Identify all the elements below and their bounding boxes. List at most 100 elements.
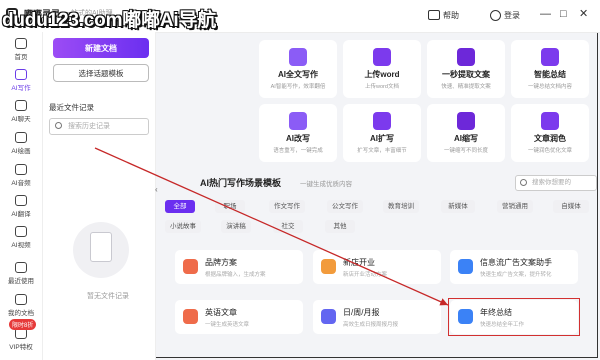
recent-files-title: 最近文件记录 [49, 103, 94, 112]
discount-badge: 限时8折 [9, 319, 37, 330]
template-title: 英语文章 [205, 308, 237, 317]
template-icon [183, 259, 198, 274]
nav-label: AI翻译 [11, 211, 31, 218]
nav-label: 首页 [14, 54, 28, 61]
tool-card[interactable]: 智能总结一键总结文档内容 [511, 40, 589, 98]
tool-icon [541, 48, 559, 66]
help-icon [428, 10, 440, 20]
tool-card[interactable]: AI全文写作 AI智能写作，效率翻倍 [259, 40, 337, 98]
scene-section-subtitle: 一键生成优质内容 [300, 181, 352, 188]
nav-ai-translate[interactable]: AI翻译 [0, 195, 42, 218]
template-card[interactable]: 品牌方案根据品牌输入，生成方案 [175, 250, 303, 284]
main-content: AI全文写作 AI智能写作，效率翻倍 上传word 上传word文档 一秒提取文案快… [165, 32, 600, 360]
template-card[interactable]: 新店开业 新店开业活动方案 [313, 250, 441, 284]
template-subtitle: 快速生成广告文案，提升转化 [480, 272, 552, 278]
category-chip[interactable]: 营销通用 [497, 200, 533, 213]
tool-subtitle: 一键润色优化文章 [527, 148, 572, 154]
history-search-input[interactable]: 搜索历史记录 [49, 118, 149, 135]
template-title: 信息流广告文案助手 [480, 258, 552, 267]
tool-title: AI缩写 [454, 134, 478, 143]
choose-template-button[interactable]: 选择话题模板 [53, 64, 149, 82]
category-chip[interactable]: 小说故事 [165, 220, 201, 233]
tool-subtitle: 一键总结文档内容 [527, 84, 572, 90]
audio-icon [15, 164, 27, 175]
nav-label: AI音频 [11, 180, 31, 187]
nav-ai-chat[interactable]: AI聊天 [0, 100, 42, 123]
template-subtitle: 高效生成日报周报月报 [343, 322, 399, 328]
nav-my-docs[interactable]: 我的文档 [0, 294, 42, 317]
category-chip[interactable]: 作文写作 [269, 200, 305, 213]
tool-icon [289, 112, 307, 130]
tool-title: 一秒提取文案 [442, 70, 490, 79]
template-card[interactable]: 信息流广告文案助手 快速生成广告文案，提升转化 [450, 250, 578, 284]
nav-ai-audio[interactable]: AI音频 [0, 164, 42, 187]
nav-ai-video[interactable]: AI视频 [0, 226, 42, 249]
template-title: 品牌方案 [205, 258, 237, 267]
category-chip[interactable]: 教育培训 [383, 200, 419, 213]
category-chip[interactable]: 演讲稿 [221, 220, 251, 233]
nav-label: AI聊天 [11, 116, 31, 123]
tool-title: AI全文写作 [278, 70, 318, 79]
tool-title: 上传word [364, 70, 400, 79]
template-search-input[interactable]: 搜索你想要的 [515, 175, 597, 191]
nav-recent[interactable]: 最近使用 [0, 262, 42, 285]
category-chip[interactable]: 自媒体 [553, 200, 589, 213]
tool-card[interactable]: 一秒提取文案 快速、精准提取文案 [427, 40, 505, 98]
clipboard-icon [90, 232, 112, 262]
tool-title: AI改写 [286, 134, 310, 143]
tool-card[interactable]: 上传word 上传word文档 [343, 40, 421, 98]
tool-subtitle: 一键缩写不同长度 [443, 148, 488, 154]
tool-icon [373, 48, 391, 66]
search-icon [55, 122, 62, 129]
user-icon [490, 9, 501, 21]
template-subtitle: 新店开业活动方案 [343, 272, 388, 278]
tool-title: 文章润色 [534, 134, 566, 143]
tool-card[interactable]: AI改写 语言重写，一键完成 [259, 104, 337, 162]
login-button[interactable]: 登录 [490, 8, 520, 22]
paint-icon [15, 132, 27, 143]
doc-icon [15, 294, 27, 305]
tool-title: 智能总结 [534, 70, 566, 79]
help-label: 帮助 [443, 10, 459, 20]
tool-icon [373, 112, 391, 130]
nav-vip[interactable]: VIP特权 [0, 328, 42, 351]
category-chip[interactable]: 公文写作 [327, 200, 363, 213]
nav-label: 我的文档 [8, 310, 34, 317]
category-chip[interactable]: 新媒体 [441, 200, 475, 213]
collapse-panel-icon[interactable]: ‹ [155, 185, 158, 194]
category-chip[interactable]: 社交 [273, 220, 303, 233]
nav-label: 最近使用 [8, 278, 34, 285]
maximize-button[interactable]: □ [560, 9, 567, 20]
document-panel: 新建文档 选择话题模板 最近文件记录 搜索历史记录 暂无文件记录 [43, 32, 156, 360]
left-nav: 首页 AI写作 AI聊天 AI绘画 AI音频 AI翻译 AI视频 最近使用 我的… [0, 32, 43, 360]
nav-ai-paint[interactable]: AI绘画 [0, 132, 42, 155]
nav-label: AI写作 [11, 85, 31, 92]
template-title: 日/周/月报 [343, 308, 380, 317]
tool-card[interactable]: 文章润色一键润色优化文章 [511, 104, 589, 162]
template-icon [183, 309, 198, 324]
category-chip[interactable]: 职场 [215, 200, 245, 213]
help-button[interactable]: 帮助 [428, 8, 459, 22]
category-chip-all[interactable]: 全部 [165, 200, 195, 213]
template-card[interactable]: 日/周/月报高效生成日报周报月报 [313, 300, 441, 334]
tool-card[interactable]: AI缩写一键缩写不同长度 [427, 104, 505, 162]
nav-label: VIP特权 [9, 344, 33, 351]
template-card[interactable]: 英语文章 一键生成英语文章 [175, 300, 303, 334]
chat-icon [15, 100, 27, 111]
tool-card[interactable]: AI扩写 扩写文章，丰富细节 [343, 104, 421, 162]
new-document-button[interactable]: 新建文档 [53, 38, 149, 58]
login-label: 登录 [504, 10, 520, 20]
tool-subtitle: AI智能写作，效率翻倍 [270, 84, 326, 90]
template-icon [321, 309, 336, 324]
category-chip[interactable]: 其他 [325, 220, 355, 233]
scene-section-title: AI热门写作场景模板 [200, 178, 282, 188]
template-subtitle: 根据品牌输入，生成方案 [205, 272, 266, 278]
nav-label: AI视频 [11, 242, 31, 249]
nav-home[interactable]: 首页 [0, 38, 42, 61]
close-button[interactable]: ✕ [579, 9, 588, 20]
nav-ai-writing[interactable]: AI写作 [0, 69, 42, 92]
tool-title: AI扩写 [370, 134, 394, 143]
template-icon [321, 259, 336, 274]
minimize-button[interactable]: — [540, 9, 551, 20]
clock-icon [15, 262, 27, 273]
